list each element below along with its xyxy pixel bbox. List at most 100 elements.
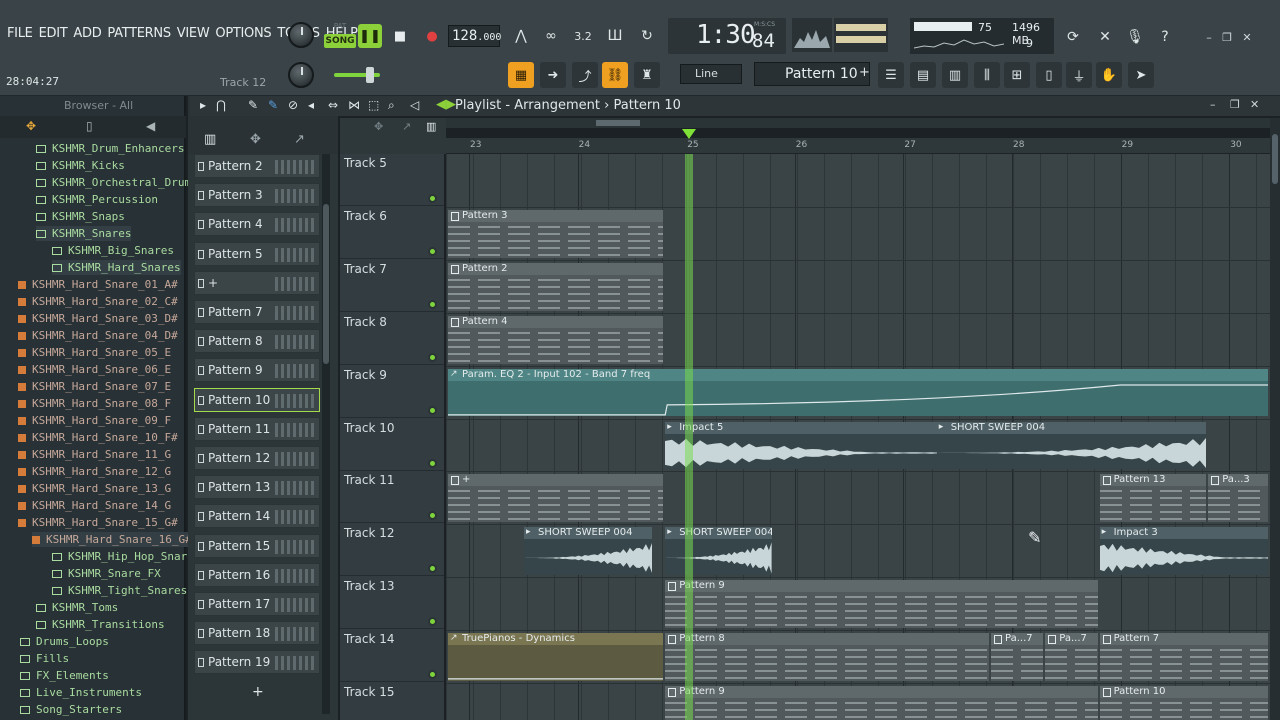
master-volume-handle[interactable] xyxy=(366,67,374,83)
browser-folder[interactable]: Fills xyxy=(20,651,69,666)
track-enable-led[interactable] xyxy=(428,194,437,203)
metronome-button[interactable]: ⋀ xyxy=(508,23,534,49)
pat-song-toggle[interactable]: PAT SONG xyxy=(324,22,356,48)
track-header[interactable]: Track 15 xyxy=(340,683,444,720)
browser-folder[interactable]: FX_Elements xyxy=(20,668,109,683)
draw-tool-icon[interactable]: ✎ xyxy=(248,98,258,112)
slip-tool-icon[interactable]: ⇔ xyxy=(328,98,338,112)
track-header[interactable]: Track 5 xyxy=(340,154,444,206)
browser-file[interactable]: KSHMR_Hard_Snare_12_G xyxy=(18,464,171,479)
pattern-item[interactable]: Pattern 13 xyxy=(194,475,320,500)
playlist-minimize-icon[interactable]: – xyxy=(1210,98,1216,111)
browser-folder[interactable]: Song_Starters xyxy=(20,702,122,717)
link-button[interactable]: ⛓ xyxy=(602,62,628,88)
track-header[interactable]: Track 13 xyxy=(340,577,444,630)
pattern-clip[interactable]: Pa...3 xyxy=(1208,474,1268,523)
browser-file[interactable]: KSHMR_Hard_Snare_11_G xyxy=(18,447,171,462)
playback-tool-icon[interactable]: ◁ xyxy=(410,98,419,112)
typing-keyboard-button[interactable]: ▦ xyxy=(508,62,534,88)
mixer-button[interactable]: ⫼ xyxy=(974,62,1000,88)
mute-tool-icon[interactable]: ◂ xyxy=(308,98,314,112)
browser-file[interactable]: KSHMR_Hard_Snare_05_E xyxy=(18,345,171,360)
snap-icon[interactable]: ✥ xyxy=(374,120,383,133)
audio-clip[interactable]: SHORT SWEEP 004 xyxy=(936,421,1207,470)
pattern-clip[interactable]: Pattern 8 xyxy=(665,633,989,681)
touch-controller-button[interactable]: ✋ xyxy=(1096,62,1122,88)
slice-tool-icon[interactable]: ⋈ xyxy=(348,98,360,112)
audio-clip[interactable]: SHORT SWEEP 004 xyxy=(665,527,772,576)
pattern-selector[interactable]: Pattern 10 + xyxy=(754,62,870,86)
zoom-tool-icon[interactable]: ⌕ xyxy=(388,98,395,113)
track-header[interactable]: Track 14 xyxy=(340,630,444,683)
pattern-item[interactable]: Pattern 15 xyxy=(194,533,320,558)
browser-folder[interactable]: KSHMR_Kicks xyxy=(36,158,125,173)
add-track-button[interactable]: + xyxy=(252,684,264,700)
picker-scroll-thumb[interactable] xyxy=(323,204,329,364)
browser-file[interactable]: KSHMR_Hard_Snare_01_A# xyxy=(18,277,178,292)
playlist-grid[interactable]: Pattern 3 Pattern 2 Pattern 4 Param. EQ 2 -… xyxy=(446,154,1270,720)
audio-clip[interactable]: SHORT SWEEP 004 xyxy=(524,527,653,576)
browser-folder[interactable]: KSHMR_Snares xyxy=(36,226,132,241)
menu-patterns[interactable]: PATTERNS xyxy=(104,26,173,41)
pattern-item[interactable]: Pattern 16 xyxy=(194,562,320,587)
all-files-icon[interactable]: ✥ xyxy=(26,119,36,133)
browser-file[interactable]: KSHMR_Hard_Snare_13_G xyxy=(18,481,171,496)
pattern-clip[interactable]: Pa...7 xyxy=(1045,633,1098,681)
patterns-tab-icon[interactable]: ▥ xyxy=(204,132,216,147)
browser-file[interactable]: KSHMR_Hard_Snare_04_D# xyxy=(18,328,178,343)
timeline-ruler[interactable]: 23 24 25 26 27 28 29 30 xyxy=(446,138,1270,154)
track-enable-led[interactable] xyxy=(428,246,437,256)
pattern-clip[interactable]: + xyxy=(448,474,664,523)
track-header[interactable]: Track 11 xyxy=(340,471,444,524)
browser-folder[interactable]: KSHMR_Drum_Enhancers xyxy=(36,141,184,156)
browser-file[interactable]: KSHMR_Hard_Snare_06_E xyxy=(18,362,171,377)
paint-tool-icon[interactable]: ✎ xyxy=(268,98,278,112)
automation-clip[interactable]: Param. EQ 2 - Input 102 - Band 7 freq xyxy=(448,368,1268,417)
browser-file[interactable]: KSHMR_Hard_Snare_03_D# xyxy=(18,311,178,326)
audio-clip[interactable]: Impact 5 xyxy=(665,421,946,470)
pattern-clip[interactable]: Pattern 13 xyxy=(1099,474,1207,523)
browser-folder[interactable]: KSHMR_Big_Snares xyxy=(52,243,174,258)
menu-view[interactable]: VIEW xyxy=(174,26,213,41)
online-button[interactable]: ⟳ xyxy=(1060,24,1086,50)
select-tool-icon[interactable]: ⬚ xyxy=(368,98,379,112)
current-project-icon[interactable]: ▯ xyxy=(86,119,93,133)
pattern-clip[interactable]: Pattern 2 xyxy=(448,262,664,311)
picker-scrollbar[interactable] xyxy=(322,154,330,714)
step-edit-button[interactable]: Ш xyxy=(602,23,628,49)
pattern-item[interactable]: Pattern 8 xyxy=(194,329,320,354)
audio-tab-icon[interactable]: ✥ xyxy=(250,132,261,147)
track-header[interactable]: Track 12 xyxy=(340,524,444,577)
render-button[interactable]: ➤ xyxy=(1128,62,1154,88)
browser-folder[interactable]: KSHMR_Toms xyxy=(36,600,118,615)
browser-folder[interactable]: KSHMR_Snare_FX xyxy=(52,566,161,581)
help-button[interactable]: ? xyxy=(1152,24,1178,50)
track-header[interactable]: Track 8 xyxy=(340,313,444,365)
browser-button[interactable]: ▯ xyxy=(1036,62,1062,88)
track-enable-led[interactable] xyxy=(428,511,437,521)
loop-record-button[interactable]: ↻ xyxy=(634,23,660,49)
browser-folder[interactable]: KSHMR_Tight_Snares xyxy=(52,583,187,598)
pattern-clip[interactable]: Pattern 10 xyxy=(1099,686,1268,720)
playlist-title-arrangement[interactable]: Arrangement xyxy=(514,98,600,113)
magnet-icon[interactable]: ⋂ xyxy=(216,98,226,112)
main-pitch-knob[interactable] xyxy=(288,62,314,88)
track-header[interactable]: Track 7 xyxy=(340,260,444,312)
pattern-clip[interactable]: Pattern 7 xyxy=(1099,633,1268,681)
browser-file[interactable]: KSHMR_Hard_Snare_10_F# xyxy=(18,430,178,445)
track-enable-led[interactable] xyxy=(428,617,437,627)
track-enable-led[interactable] xyxy=(428,564,437,574)
track-header[interactable]: Track 10 xyxy=(340,419,444,471)
pattern-item[interactable]: Pattern 12 xyxy=(194,446,320,470)
browser-file[interactable]: KSHMR_Hard_Snare_16_G# xyxy=(32,532,192,547)
pattern-clip[interactable]: Pattern 9 xyxy=(665,686,1098,720)
track-enable-led[interactable] xyxy=(428,405,437,415)
playlist-menu-icon[interactable]: ▸ xyxy=(200,98,206,112)
browser-file[interactable]: KSHMR_Hard_Snare_02_C# xyxy=(18,294,178,309)
playlist-vertical-scrollbar[interactable] xyxy=(1270,118,1280,720)
minimize-button[interactable]: – xyxy=(1202,30,1216,44)
pattern-item[interactable]: Pattern 4 xyxy=(194,212,320,237)
delete-tool-icon[interactable]: ⊘ xyxy=(288,98,298,112)
record-button[interactable]: ● xyxy=(420,24,444,48)
pattern-item[interactable]: Pattern 19 xyxy=(194,650,320,675)
